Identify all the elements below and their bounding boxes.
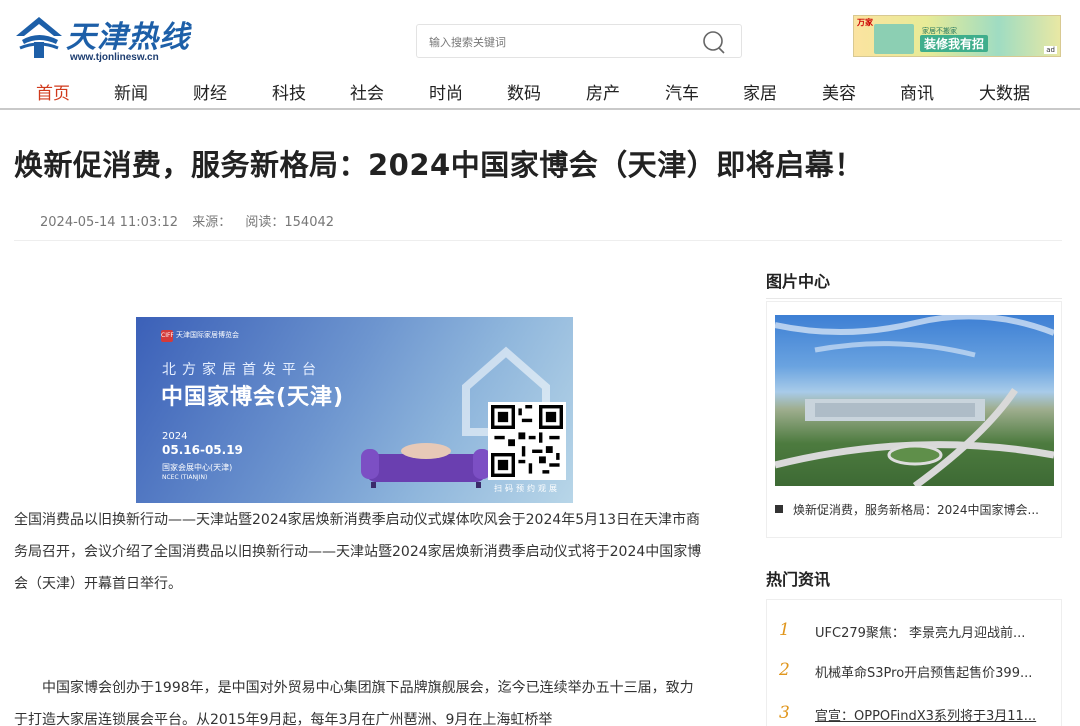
nav-item-home[interactable]: 首页 bbox=[36, 79, 70, 104]
hot-news-title: 机械革命S3Pro开启预售起售价399... bbox=[815, 666, 1033, 681]
article-reads: 阅读：154042 bbox=[245, 215, 335, 230]
ad-illustration bbox=[874, 24, 914, 54]
search-icon bbox=[703, 31, 725, 54]
hot-news-rank: 3 bbox=[779, 703, 790, 723]
bullet-square-icon bbox=[775, 504, 783, 513]
site-logo[interactable]: 天津热线 www.tjonlinesw.cn bbox=[14, 12, 204, 66]
ad-banner[interactable]: 万家 家居不搬家 装修我有招 ad bbox=[853, 15, 1061, 57]
logo-text: 天津热线 bbox=[66, 20, 190, 55]
nav-item-news[interactable]: 新闻 bbox=[114, 79, 148, 104]
hot-news-rank: 1 bbox=[779, 620, 790, 640]
ad-label: ad bbox=[1044, 46, 1057, 54]
nav-item-finance[interactable]: 财经 bbox=[193, 79, 227, 104]
nav-item-business[interactable]: 商讯 bbox=[900, 79, 934, 104]
qr-code-icon bbox=[491, 405, 563, 477]
nav-item-beauty[interactable]: 美容 bbox=[822, 79, 856, 104]
qr-code bbox=[488, 402, 566, 480]
image-dates: 05.16-05.19 bbox=[162, 443, 243, 457]
search-button[interactable] bbox=[701, 30, 727, 54]
picture-card: 焕新促消费，服务新格局：2024中国家博会... bbox=[766, 301, 1062, 538]
image-venue: 国家会展中心(天津) bbox=[162, 463, 233, 472]
nav-item-bigdata[interactable]: 大数据 bbox=[979, 79, 1030, 104]
ad-tag: 万家 bbox=[857, 18, 873, 27]
article-source: 来源： bbox=[192, 215, 232, 230]
nav-item-home-furnishing[interactable]: 家居 bbox=[743, 79, 777, 104]
article-paragraph: 中国家博会创办于1998年，是中国对外贸易中心集团旗下品牌旗舰展会，迄今已连续举… bbox=[14, 680, 694, 726]
nav-item-realestate[interactable]: 房产 bbox=[586, 79, 620, 104]
divider bbox=[14, 240, 1062, 241]
picture-image[interactable] bbox=[775, 315, 1054, 486]
article-meta: 2024-05-14 11:03:12 来源： 阅读：154042 bbox=[40, 211, 344, 230]
hot-news-rank: 2 bbox=[779, 660, 790, 680]
nav-item-fashion[interactable]: 时尚 bbox=[429, 79, 463, 104]
hot-news-title: 官宣：OPPOFindX3系列将于3月11... bbox=[815, 709, 1037, 724]
article-paragraph: 全国消费品以旧换新行动——天津站暨2024家居焕新消费季启动仪式媒体吹风会于20… bbox=[14, 512, 702, 592]
hot-news-heading: 热门资讯 bbox=[766, 570, 831, 589]
nav-item-society[interactable]: 社会 bbox=[350, 79, 384, 104]
ad-headline: 装修我有招 bbox=[920, 35, 989, 52]
image-subtitle: 北方家居首发平台 bbox=[162, 362, 322, 378]
article-date: 2024-05-14 11:03:12 bbox=[40, 215, 179, 230]
article-title: 焕新促消费，服务新格局：2024中国家博会（天津）即将启幕！ bbox=[14, 148, 864, 182]
image-title: 中国家博会(天津) bbox=[161, 385, 345, 410]
logo-url: www.tjonlinesw.cn bbox=[70, 52, 159, 63]
main-nav: 首页 新闻 财经 科技 社会 时尚 数码 房产 汽车 家居 美容 商讯 大数据 bbox=[0, 72, 1080, 110]
nav-item-digital[interactable]: 数码 bbox=[507, 79, 541, 104]
ciff-org-name: 天津国际家居博览会 bbox=[176, 331, 239, 339]
image-venue-en: NCEC (TIANJIN) bbox=[162, 474, 208, 481]
nav-item-auto[interactable]: 汽车 bbox=[665, 79, 699, 104]
nav-item-tech[interactable]: 科技 bbox=[272, 79, 306, 104]
picture-caption-text: 焕新促消费，服务新格局：2024中国家博会... bbox=[793, 503, 1039, 517]
logo-icon bbox=[16, 17, 62, 58]
article-image: CIFF 天津国际家居博览会 北方家居首发平台 中国家博会(天津) 2024 0… bbox=[136, 317, 573, 503]
hot-news-item[interactable]: 2 机械革命S3Pro开启预售起售价399... bbox=[777, 656, 1057, 684]
image-year: 2024 bbox=[162, 431, 188, 442]
site-header: 天津热线 www.tjonlinesw.cn 万家 家居不搬家 装修我有招 ad bbox=[0, 0, 1080, 70]
hot-news-title: UFC279聚焦： 李景亮九月迎战前... bbox=[815, 626, 1026, 641]
ciff-logo: CIFF bbox=[161, 330, 174, 342]
sofa-graphic bbox=[361, 443, 491, 488]
qr-caption: 扫码预约观展 bbox=[494, 484, 560, 493]
hot-news-item[interactable]: 3 官宣：OPPOFindX3系列将于3月11... bbox=[777, 699, 1057, 726]
search-input[interactable] bbox=[429, 31, 699, 53]
picture-center-heading: 图片中心 bbox=[766, 272, 831, 291]
hot-news-list: 1 UFC279聚焦： 李景亮九月迎战前... 2 机械革命S3Pro开启预售起… bbox=[766, 599, 1062, 726]
aerial-photo bbox=[775, 315, 1054, 486]
search-box bbox=[416, 24, 742, 58]
divider bbox=[766, 298, 1062, 299]
hot-news-item[interactable]: 1 UFC279聚焦： 李景亮九月迎战前... bbox=[777, 616, 1057, 644]
picture-caption[interactable]: 焕新促消费，服务新格局：2024中国家博会... bbox=[775, 501, 1057, 518]
